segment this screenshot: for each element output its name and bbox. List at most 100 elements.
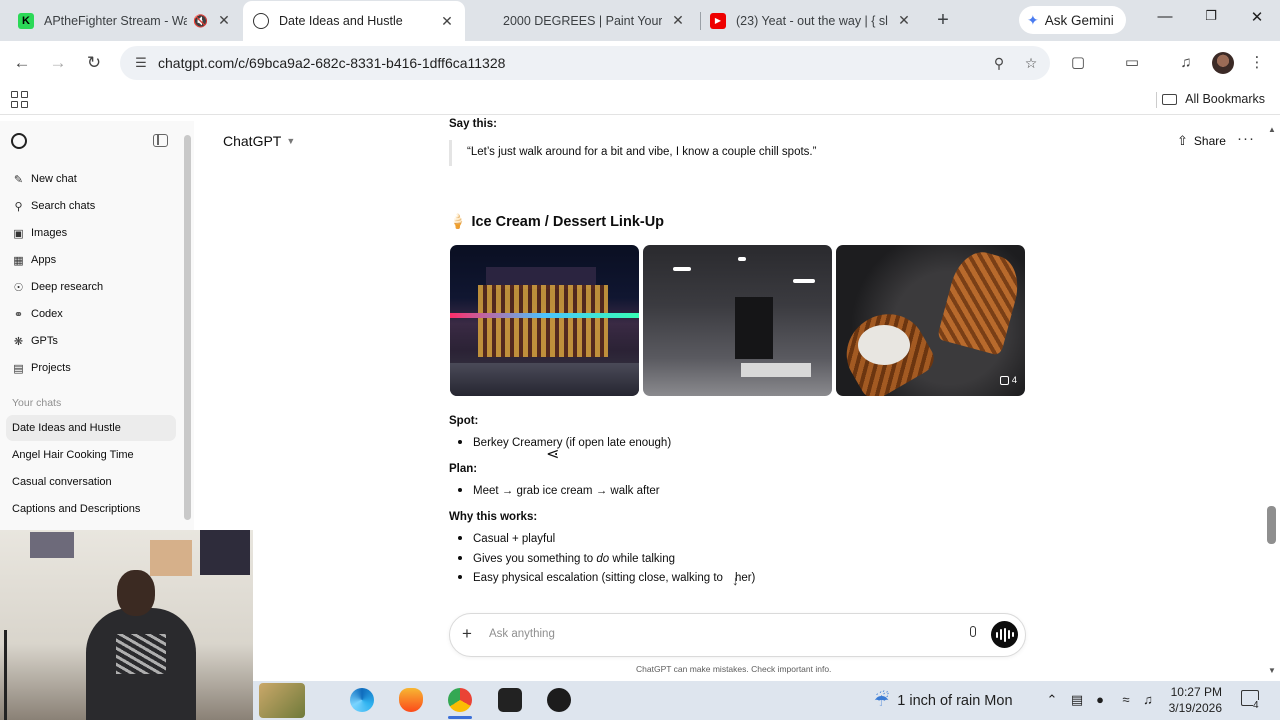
voice-mode-button[interactable] xyxy=(991,621,1018,648)
profile-avatar[interactable] xyxy=(1212,52,1234,74)
sidebar-item-label: Deep research xyxy=(31,281,104,293)
sidebar-toggle-icon[interactable] xyxy=(153,134,168,147)
scroll-down-arrow-icon[interactable]: ▼ xyxy=(1268,666,1276,675)
forward-icon[interactable]: → xyxy=(46,52,70,74)
why-label: Why this works: xyxy=(449,511,538,523)
url-text[interactable]: chatgpt.com/c/69bca9a2-682c-8331-b416-1d… xyxy=(158,55,986,71)
tab-strip: K APtheFighter Stream - Wa 🔇 ✕ Date Idea… xyxy=(0,0,1280,41)
chrome-icon[interactable] xyxy=(448,688,472,712)
chatgpt-logo-icon[interactable] xyxy=(11,133,27,149)
address-bar[interactable]: ☰ chatgpt.com/c/69bca9a2-682c-8331-b416-… xyxy=(120,46,1050,80)
gemini-spark-icon: ✦ xyxy=(1027,11,1039,28)
wifi-icon[interactable]: ≈ xyxy=(1117,692,1135,707)
clock-time: 10:27 PM xyxy=(1170,685,1222,699)
ask-gemini-button[interactable]: ✦ Ask Gemini xyxy=(1019,6,1126,34)
site-info-icon[interactable]: ☰ xyxy=(130,55,152,71)
back-icon[interactable]: ← xyxy=(10,52,34,74)
menu-kebab-icon[interactable]: ⋮ xyxy=(1245,52,1269,74)
microphone-icon[interactable] xyxy=(967,626,978,643)
attach-plus-icon[interactable]: + xyxy=(462,624,472,644)
sidebar-item-apps[interactable]: ▦ Apps xyxy=(6,247,176,273)
sidebar-item-codex[interactable]: ⚭ Codex xyxy=(6,301,176,327)
tray-chevron-icon[interactable]: ⌃ xyxy=(1043,692,1061,708)
fl-studio-icon[interactable] xyxy=(399,688,423,712)
gpts-icon: ❋ xyxy=(13,335,24,348)
sidebar-item-search-chats[interactable]: ⚲ Search chats xyxy=(6,193,176,219)
all-bookmarks-button[interactable]: All Bookmarks xyxy=(1162,92,1265,106)
ceiling-light xyxy=(793,279,815,283)
gallery-icon xyxy=(999,376,1009,385)
tab-2000-degrees[interactable]: 2000 DEGREES | Paint Your Ov ✕ xyxy=(493,0,696,41)
image-creamery-exterior[interactable] xyxy=(450,245,639,396)
section-heading: 🍦 Ice Cream / Dessert Link-Up xyxy=(449,213,664,230)
road-shape xyxy=(450,363,639,396)
chat-item-captions[interactable]: Captions and Descriptions xyxy=(6,496,176,522)
sidebar-item-label: Search chats xyxy=(31,200,96,212)
tab-kick-stream[interactable]: K APtheFighter Stream - Wa 🔇 ✕ xyxy=(8,0,242,41)
tab-date-ideas[interactable]: Date Ideas and Hustle ✕ xyxy=(243,1,465,41)
active-app-indicator xyxy=(448,716,472,719)
sidebar-item-label: Apps xyxy=(31,254,57,266)
obs-icon[interactable] xyxy=(547,688,571,712)
sidebar-item-gpts[interactable]: ❋ GPTs xyxy=(6,328,176,354)
why-bullet-emphasis: do xyxy=(596,553,610,565)
sidebar-scrollbar[interactable] xyxy=(184,135,191,520)
close-tab-icon[interactable]: ✕ xyxy=(670,12,686,29)
tray-mic-icon[interactable]: ● xyxy=(1091,692,1109,707)
chevron-down-icon: ▼ xyxy=(286,136,296,146)
media-control-icon[interactable]: ♫ xyxy=(1174,52,1198,74)
close-tab-icon[interactable]: ✕ xyxy=(216,12,232,29)
chat-composer[interactable]: + Ask anything xyxy=(449,613,1026,657)
image-waffle-cone[interactable]: 4 xyxy=(836,245,1025,396)
more-options-icon[interactable]: ··· xyxy=(1237,130,1255,147)
sidebar-item-label: Images xyxy=(31,227,68,239)
chat-item-date-ideas[interactable]: Date Ideas and Hustle xyxy=(6,415,176,441)
minimize-icon[interactable]: — xyxy=(1150,8,1180,25)
weather-widget[interactable]: ☔ 1 inch of rain Mon xyxy=(874,691,1013,711)
sidebar-item-label: Projects xyxy=(31,362,71,374)
zoom-icon[interactable]: ⚲ xyxy=(986,55,1012,72)
system-clock[interactable]: 10:27 PM 3/19/2026 xyxy=(1150,684,1222,716)
model-selector[interactable]: ChatGPT ▼ xyxy=(223,133,295,149)
sidebar-item-images[interactable]: ▣ Images xyxy=(6,220,176,246)
main-scrollbar[interactable] xyxy=(1267,506,1276,544)
close-tab-icon[interactable]: ✕ xyxy=(896,12,912,29)
scroll-to-bottom-icon[interactable]: ↓ xyxy=(732,573,739,588)
new-tab-button[interactable]: + xyxy=(932,10,954,32)
wallpaper-thumbnail-icon[interactable] xyxy=(259,683,305,718)
why-bullet-text: while talking xyxy=(609,553,676,565)
device-icon[interactable]: ▤ xyxy=(1068,692,1086,708)
why-bullet: Casual + playful xyxy=(458,533,555,545)
image-count-badge[interactable]: 4 xyxy=(999,375,1017,386)
scroll-up-arrow-icon[interactable]: ▲ xyxy=(1268,125,1276,134)
share-button[interactable]: ⇧ Share xyxy=(1177,133,1226,149)
sidebar-item-deep-research[interactable]: ☉ Deep research xyxy=(6,274,176,300)
sidebar-item-label: GPTs xyxy=(31,335,58,347)
sidebar-item-new-chat[interactable]: ✎ New chat xyxy=(6,166,176,192)
share-icon: ⇧ xyxy=(1177,133,1188,148)
muted-speaker-icon[interactable]: 🔇 xyxy=(193,14,208,28)
doorway-shape xyxy=(735,297,773,359)
image-shop-interior[interactable] xyxy=(643,245,832,396)
close-window-icon[interactable]: ✕ xyxy=(1242,8,1272,26)
search-icon: ⚲ xyxy=(14,200,23,213)
sidebar-item-projects[interactable]: ▤ Projects xyxy=(6,355,176,381)
close-tab-icon[interactable]: ✕ xyxy=(439,13,455,30)
extensions-icon[interactable]: ▢ xyxy=(1066,52,1090,74)
tab-title: 2000 DEGREES | Paint Your Ov xyxy=(503,13,662,28)
chat-item-angel-hair[interactable]: Angel Hair Cooking Time xyxy=(6,442,176,468)
bookmark-star-icon[interactable]: ☆ xyxy=(1018,55,1044,72)
capcut-icon[interactable] xyxy=(498,688,522,712)
your-chats-heading: Your chats xyxy=(12,397,62,409)
disclaimer-text: ChatGPT can make mistakes. Check importa… xyxy=(636,664,832,674)
why-bullet-text: Easy physical escalation (sitting close,… xyxy=(473,572,723,584)
restore-icon[interactable]: ❐ xyxy=(1196,8,1226,24)
tab-youtube[interactable]: ▶ (23) Yeat - out the way | { slow ✕ xyxy=(700,0,922,41)
cast-icon[interactable]: ▭ xyxy=(1120,52,1144,74)
apps-grid-icon[interactable] xyxy=(11,91,28,108)
composer-input[interactable]: Ask anything xyxy=(489,628,555,640)
mic-stand-shape xyxy=(4,630,24,720)
chat-item-casual-conversation[interactable]: Casual conversation xyxy=(6,469,176,495)
edge-icon[interactable] xyxy=(350,688,374,712)
reload-icon[interactable]: ↻ xyxy=(82,52,106,74)
